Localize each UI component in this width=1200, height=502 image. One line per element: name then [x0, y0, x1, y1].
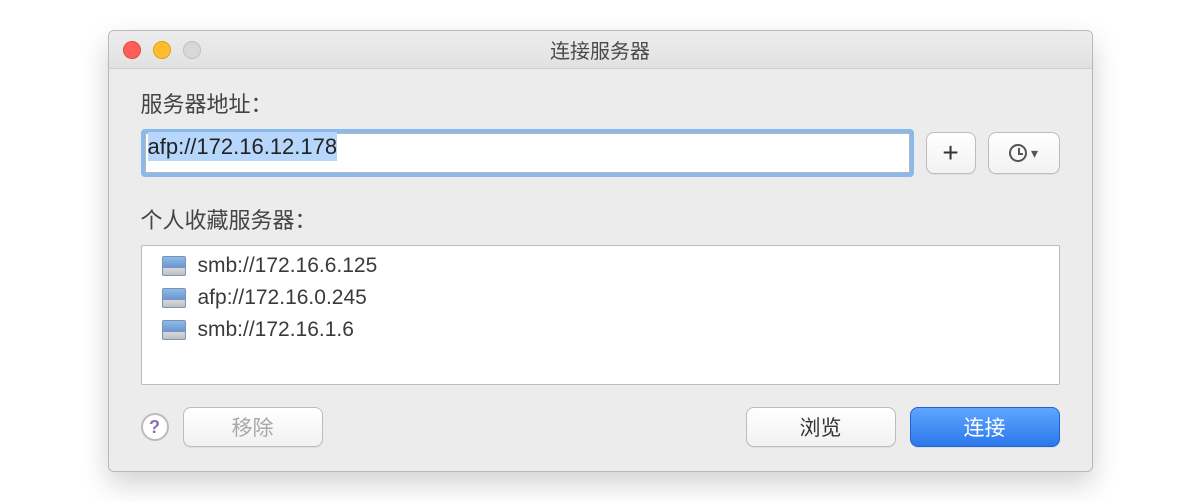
chevron-down-icon: ▾ [1031, 145, 1038, 162]
remove-button[interactable]: 移除 [183, 407, 323, 447]
help-button[interactable]: ? [141, 413, 169, 441]
minimize-icon[interactable] [153, 41, 171, 59]
connect-button[interactable]: 连接 [910, 407, 1060, 447]
window-controls [123, 41, 201, 59]
list-item[interactable]: afp://172.16.0.245 [142, 282, 1059, 314]
clock-icon [1009, 144, 1027, 162]
favorite-url: smb://172.16.1.6 [198, 318, 354, 342]
panel: 服务器地址： afp://172.16.12.178 + ▾ 个人收藏服务器： … [109, 69, 1092, 471]
close-icon[interactable] [123, 41, 141, 59]
server-icon [162, 256, 186, 276]
server-address-focus-ring: afp://172.16.12.178 [141, 129, 914, 177]
recent-servers-button[interactable]: ▾ [988, 132, 1060, 174]
server-address-input[interactable]: afp://172.16.12.178 [145, 133, 910, 173]
list-item[interactable]: smb://172.16.6.125 [142, 250, 1059, 282]
favorite-url: afp://172.16.0.245 [198, 286, 367, 310]
server-icon [162, 320, 186, 340]
server-icon [162, 288, 186, 308]
favorites-list[interactable]: smb://172.16.6.125 afp://172.16.0.245 sm… [141, 245, 1060, 385]
server-address-value: afp://172.16.12.178 [148, 132, 338, 161]
titlebar[interactable]: 连接服务器 [109, 31, 1092, 69]
connect-to-server-window: 连接服务器 服务器地址： afp://172.16.12.178 + ▾ 个人收… [108, 30, 1093, 472]
server-address-label: 服务器地址： [141, 87, 1060, 119]
favorites-label: 个人收藏服务器： [141, 203, 1060, 235]
window-title: 连接服务器 [550, 35, 650, 64]
add-favorite-button[interactable]: + [926, 132, 976, 174]
list-item[interactable]: smb://172.16.1.6 [142, 314, 1059, 346]
browse-button[interactable]: 浏览 [746, 407, 896, 447]
favorite-url: smb://172.16.6.125 [198, 254, 378, 278]
zoom-icon[interactable] [183, 41, 201, 59]
